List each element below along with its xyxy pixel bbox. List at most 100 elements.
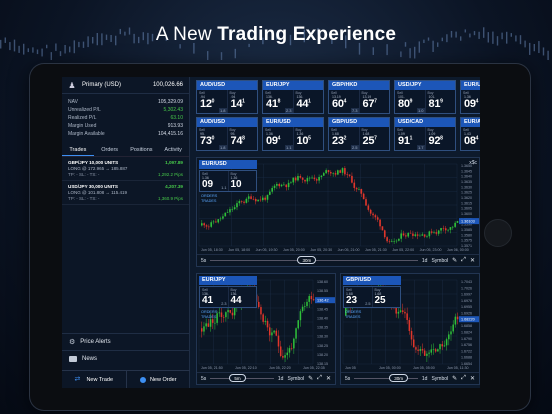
- candle-body: [414, 234, 417, 236]
- sell-price-button[interactable]: Sell 101. 809 1.0: [395, 90, 425, 113]
- timeframe-handle[interactable]: 30m: [297, 256, 317, 264]
- sell-price-button[interactable]: Sell 136. 418 2.3: [263, 90, 293, 113]
- sell-price-button[interactable]: Sell .94 120 1.8: [197, 90, 227, 113]
- buy-price-fraction: 1: [308, 98, 311, 105]
- buy-price-button[interactable]: Buy 136. 44: [227, 287, 257, 307]
- candle-body: [297, 176, 299, 181]
- timeframe-max[interactable]: 1d: [422, 376, 428, 382]
- timeframe-slider[interactable]: 30m: [354, 374, 418, 382]
- trade-item[interactable]: GBP/JPY 10,000 UNITS 1,097.89 LONG @ 172.…: [62, 157, 189, 181]
- quote-tile[interactable]: GBP/HKD Sell 13.19 604 7.3 Buy 13.19 677: [328, 80, 390, 114]
- close-icon[interactable]: ✕: [470, 257, 475, 264]
- sell-price-button[interactable]: Sell1.360941.1: [263, 127, 293, 150]
- close-icon[interactable]: ✕: [470, 375, 475, 382]
- tab-activity[interactable]: Activity: [157, 144, 189, 156]
- trade-pl: 1,097.89: [165, 160, 183, 165]
- fullscreen-icon[interactable]: ⤢: [461, 375, 466, 382]
- sell-price-button[interactable]: Sell1.430842.6: [461, 127, 480, 150]
- trade-item[interactable]: USD/JPY 30,000 UNITS 4,207.39 LONG @ 101.…: [62, 181, 189, 205]
- draw-tool-icon[interactable]: ✎: [452, 257, 457, 264]
- close-icon[interactable]: ✕: [326, 375, 331, 382]
- tab-orders[interactable]: Orders: [94, 144, 126, 156]
- candle-body: [203, 223, 205, 226]
- timeframe-min[interactable]: 5s: [201, 376, 206, 382]
- sell-price-button[interactable]: Sell 95. 730 1.8: [197, 127, 227, 150]
- new-trade-button[interactable]: ⇄ New Trade: [62, 371, 126, 388]
- price-alerts-item[interactable]: ⚙ Price Alerts: [62, 333, 190, 350]
- tab-trades[interactable]: Trades: [62, 144, 94, 156]
- quote-tile[interactable]: EUR/USDSell1.360941.1Buy1.36105: [262, 117, 324, 151]
- timeframe-slider[interactable]: 5m: [210, 374, 274, 382]
- buy-price-button[interactable]: Buy 1.68 25: [371, 287, 401, 307]
- sell-price-button[interactable]: Sell 136. 41 2.3: [200, 287, 228, 307]
- symbol-button[interactable]: Symbol: [287, 376, 304, 382]
- y-tick-label: 1.6824: [461, 330, 472, 334]
- quote-tile[interactable]: EUR/JPY Sell 136. 418 2.3 Buy 136. 441: [262, 80, 324, 114]
- buy-price-button[interactable]: Buy 13.19 677: [358, 90, 390, 113]
- buy-price-button[interactable]: Buy 1.09 928: [424, 127, 456, 150]
- account-selector[interactable]: ♟ Primary (USD) 100,026.66: [62, 77, 189, 94]
- quote-tile[interactable]: AUD/USD Sell .94 120 1.8 Buy .94 141: [196, 80, 258, 114]
- new-order-button[interactable]: New Order: [125, 371, 191, 388]
- quote-tile[interactable]: GBP/USD Sell 1.68 232 2.5 Buy 1.68 257: [328, 117, 390, 151]
- candle-body: [426, 236, 428, 237]
- chart-panel-gbpusd[interactable]: 1.7043 1.7026 1.6997 1.6978 1.6955 1.6926 1.68…: [340, 273, 480, 385]
- timeframe-slider[interactable]: 30m: [210, 256, 418, 264]
- account-sidebar: ♟ Primary (USD) 100,026.66 NAV 105,329.09…: [62, 77, 190, 388]
- buy-price-button[interactable]: Buy 1.36 10: [227, 171, 257, 191]
- tablet-home-button[interactable]: [484, 219, 512, 247]
- candle-body: [346, 174, 349, 175]
- chart-panel-eurjpy[interactable]: 138.60138.55138.50138.45138.40138.35138.…: [196, 273, 336, 385]
- x-tick-label: Jun 05, 23:00: [420, 248, 442, 252]
- buy-price-button[interactable]: Buy .94 141: [226, 90, 258, 113]
- quote-pair: GBP/USD: [329, 118, 389, 127]
- draw-tool-icon[interactable]: ✎: [452, 375, 457, 382]
- buy-price-button[interactable]: Buy 136. 441: [292, 90, 324, 113]
- tab-positions[interactable]: Positions: [126, 144, 158, 156]
- quote-tile[interactable]: USD/CAD Sell 1.09 911 1.7 Buy 1.09 928: [394, 117, 456, 151]
- sell-price-button[interactable]: Sell 1.68 23 2.5: [344, 287, 372, 307]
- candle-body: [306, 178, 309, 182]
- news-item[interactable]: News: [62, 350, 190, 367]
- trades-toggle[interactable]: TRADES: [201, 315, 217, 320]
- candle-body: [416, 234, 419, 236]
- quote-tile[interactable]: EUR/AUDSell1.430842.6Buy1.43110: [460, 117, 480, 151]
- y-tick-label: 1.3645: [461, 169, 472, 173]
- draw-tool-icon[interactable]: ✎: [308, 375, 313, 382]
- trades-toggle[interactable]: TRADES: [201, 199, 217, 204]
- timeframe-max[interactable]: 1d: [422, 258, 428, 264]
- candle-body: [266, 194, 269, 200]
- chart-panel-eurusd[interactable]: 1.3650 1.3645 1.3640 1.3635 1.3630 1.3625 1.36…: [196, 157, 480, 267]
- buy-price-button[interactable]: Buy 101. 819: [424, 90, 456, 113]
- sell-price-button[interactable]: Sell1.360941.1: [461, 90, 480, 113]
- trades-toggle[interactable]: TRADES: [345, 315, 361, 320]
- chart-settings-icon[interactable]: x$c: [469, 160, 477, 166]
- sell-price-button[interactable]: Sell 1.68 232 2.5: [329, 127, 359, 150]
- quote-tile[interactable]: USD/JPY Sell 101. 809 1.0 Buy 101. 819: [394, 80, 456, 114]
- buy-price-button[interactable]: Buy 1.68 257: [358, 127, 390, 150]
- sell-price-button[interactable]: Sell 13.19 604 7.3: [329, 90, 359, 113]
- quote-tile[interactable]: AUD/USD Sell 95. 730 1.8 Buy 95. 748: [196, 117, 258, 151]
- x-tick-label: Jun 05, 18:00: [228, 248, 250, 252]
- sell-price-button[interactable]: Sell 1.36 09 1.1: [200, 171, 228, 191]
- candle-body: [233, 306, 236, 316]
- timeframe-min[interactable]: 5s: [201, 258, 206, 264]
- symbol-button[interactable]: Symbol: [431, 258, 448, 264]
- timeframe-min[interactable]: 5s: [345, 376, 350, 382]
- candle-body: [415, 347, 417, 350]
- fullscreen-icon[interactable]: ⤢: [317, 375, 322, 382]
- timeframe-max[interactable]: 1d: [278, 376, 284, 382]
- quote-prices: Sell 1.09 911 1.7 Buy 1.09 928: [395, 127, 456, 150]
- candle-body: [430, 349, 433, 353]
- fullscreen-icon[interactable]: ⤢: [461, 257, 466, 264]
- quote-pair: GBP/HKD: [329, 81, 389, 90]
- buy-price-button[interactable]: Buy 95. 748: [226, 127, 258, 150]
- buy-price-button[interactable]: Buy 1.36 105: [292, 127, 324, 150]
- symbol-button[interactable]: Symbol: [431, 376, 448, 382]
- timeframe-handle[interactable]: 5m: [229, 374, 246, 382]
- y-tick-label: 1.6858: [461, 324, 472, 328]
- timeframe-handle[interactable]: 30m: [389, 374, 409, 382]
- sell-price-button[interactable]: Sell 1.09 911 1.7: [395, 127, 425, 150]
- quote-tile[interactable]: EUR/USDSell1.360941.1Buy1.36105: [460, 80, 480, 114]
- buy-price-pips: 141: [230, 98, 245, 110]
